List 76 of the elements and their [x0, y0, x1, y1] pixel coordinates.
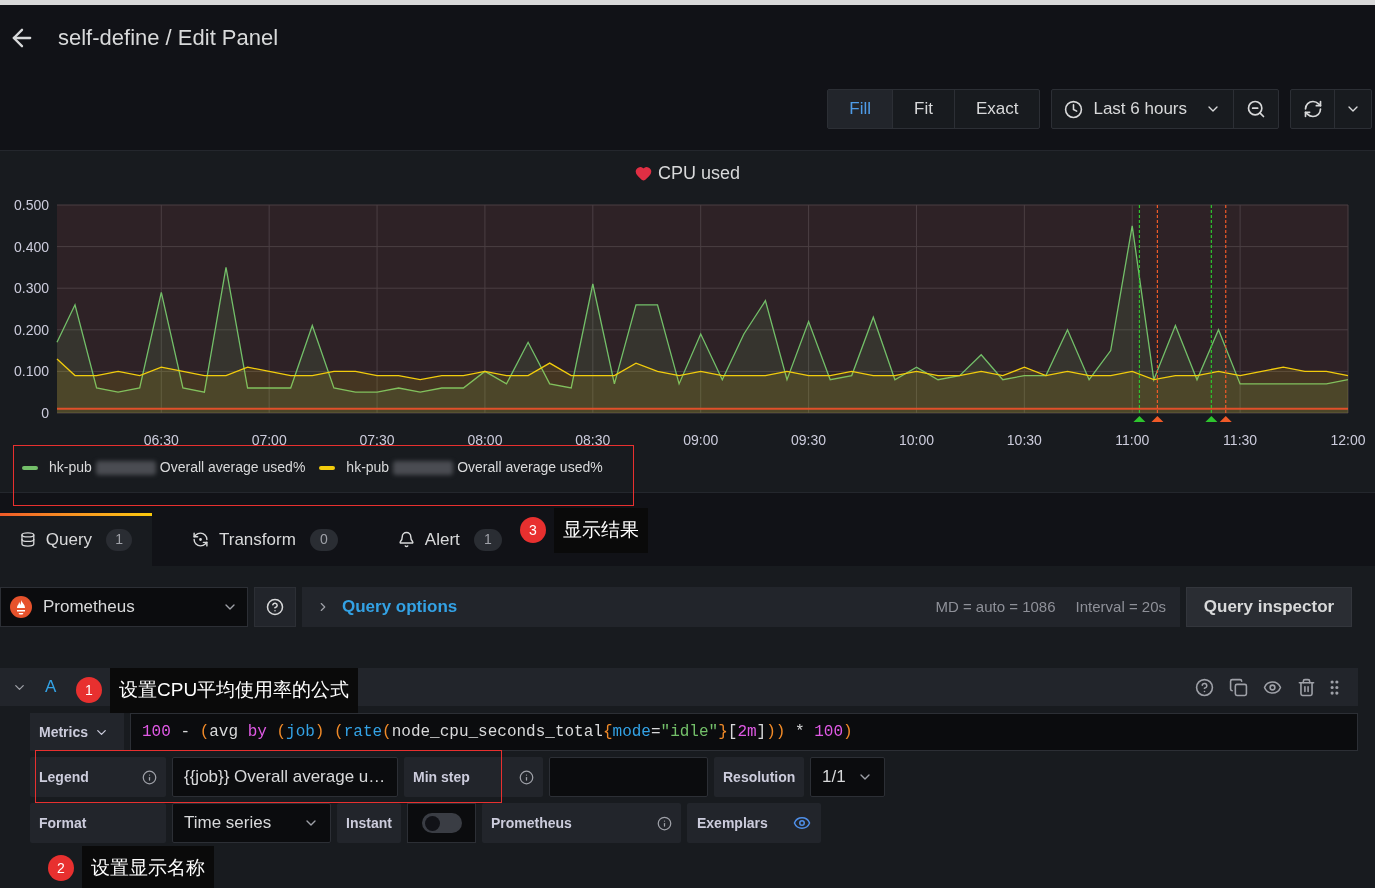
annotation-marker[interactable] [1205, 204, 1218, 422]
editor-tab[interactable]: Query 1 [0, 513, 152, 566]
y-axis-label: 0 [41, 405, 49, 421]
display-mode-button[interactable]: Fill [828, 90, 893, 128]
callout-note: 显示结果 [554, 508, 648, 553]
interval-info: Interval = 20s [1075, 596, 1166, 617]
x-axis-label: 09:30 [791, 432, 827, 448]
x-axis-label: 08:30 [575, 432, 611, 448]
duplicate-icon[interactable] [1229, 677, 1248, 697]
info-icon[interactable] [142, 769, 157, 785]
field-label: Prometheus [491, 813, 572, 833]
callout-note: 设置CPU平均使用率的公式 [110, 668, 359, 713]
y-axis-label: 0.500 [13, 197, 49, 213]
x-axis-label: 11:30 [1223, 432, 1258, 448]
input-field[interactable]: {{job}} Overall average u… [172, 757, 398, 797]
tab-icon [20, 531, 36, 548]
info-icon[interactable] [657, 815, 672, 831]
legend-item[interactable]: hk-pub Overall average used% [319, 457, 603, 478]
flame-logo-icon [10, 596, 32, 618]
step-number: 3 [520, 517, 546, 544]
help-button[interactable] [254, 587, 296, 627]
callout-note: 设置显示名称 [82, 846, 214, 888]
field-label: Resolution [723, 767, 796, 787]
clock-icon [1064, 99, 1084, 119]
help-icon [266, 598, 284, 616]
annotation-marker[interactable] [1151, 204, 1164, 422]
query-options-bar[interactable]: Query options MD = auto = 1086 Interval = 20s [302, 587, 1180, 627]
toggle-switch[interactable] [421, 813, 462, 833]
y-axis-label: 0.100 [13, 363, 49, 380]
select-field[interactable]: 1/1 [810, 757, 885, 797]
max-data-points-info: MD = auto = 1086 [935, 596, 1056, 617]
tab-icon [192, 531, 209, 548]
tab-count: 1 [473, 528, 502, 551]
page-title: self-define / Edit Panel [58, 24, 279, 52]
select-field[interactable]: Time series [172, 803, 331, 843]
editor-tab[interactable]: Alert 1 [357, 513, 522, 566]
annotation-marker[interactable] [1133, 204, 1146, 422]
help-icon[interactable] [1195, 677, 1214, 697]
field-label: Format [39, 813, 87, 833]
tab-count: 1 [106, 528, 132, 551]
field-label: Min step [413, 767, 470, 787]
display-mode-button[interactable]: Fit [893, 90, 955, 128]
field-label: Legend [39, 767, 89, 787]
y-axis-label: 0.400 [13, 238, 49, 255]
redacted-blur [393, 460, 454, 475]
info-icon[interactable] [519, 769, 534, 785]
input-field[interactable] [549, 757, 708, 797]
query-inspector-button[interactable]: Query inspector [1186, 587, 1352, 627]
query-editor[interactable]: 100 - (avg by (job) (rate(node_cpu_seconds_total{mode="idle"}[2m])) * 100) [130, 713, 1358, 751]
y-axis-label: 0.200 [13, 321, 49, 338]
panel-title: CPU used [657, 161, 740, 185]
x-axis-label: 06:30 [143, 432, 179, 448]
redacted-blur [95, 460, 156, 475]
annotation-marker[interactable] [1219, 204, 1232, 422]
exemplars-toggle[interactable]: Exemplars [687, 803, 821, 843]
refresh-icon [1302, 99, 1323, 119]
y-axis-label: 0.300 [13, 280, 49, 297]
display-mode-button[interactable]: Exact [954, 90, 1040, 128]
x-axis-label: 08:00 [467, 432, 503, 448]
x-axis-label: 09:00 [683, 432, 719, 448]
tab-count: 0 [309, 528, 338, 551]
zoom-out-icon [1246, 99, 1266, 119]
x-axis-label: 11:00 [1115, 432, 1150, 448]
editor-tab[interactable]: Transform 0 [152, 513, 358, 566]
x-axis-label: 12:00 [1330, 432, 1366, 448]
trash-icon[interactable] [1297, 677, 1316, 697]
query-ref[interactable]: A [45, 674, 57, 700]
x-axis-label: 07:00 [251, 432, 287, 448]
legend-item[interactable]: hk-pub Overall average used% [22, 457, 306, 478]
datasource-select[interactable]: Prometheus [0, 587, 248, 627]
x-axis-label: 10:00 [898, 432, 934, 448]
metrics-dropdown[interactable]: Metrics [30, 713, 124, 751]
field-label: Instant [346, 813, 392, 833]
tab-icon [397, 531, 415, 548]
x-axis-label: 07:30 [359, 432, 395, 448]
x-axis-label: 10:30 [1006, 432, 1042, 448]
